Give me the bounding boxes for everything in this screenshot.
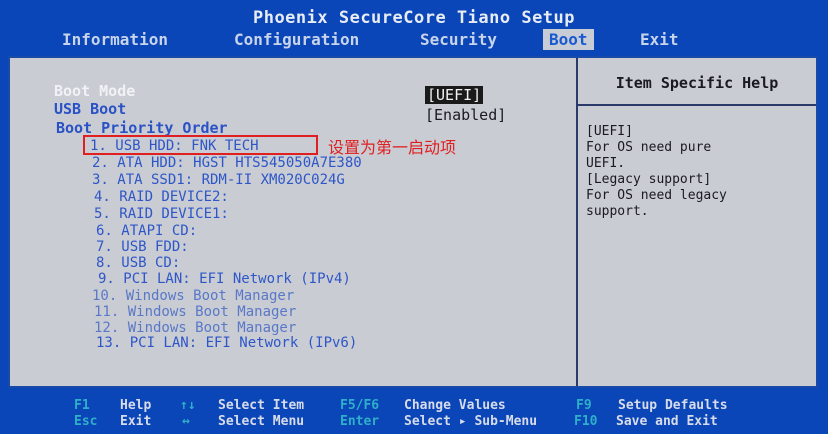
boot-order-item[interactable]: 12. Windows Boot Manager: [94, 320, 296, 336]
help-line: support.: [586, 204, 649, 219]
key-f10-desc: Save and Exit: [616, 414, 718, 429]
key-f5f6: F5/F6: [340, 398, 380, 413]
boot-order-item[interactable]: 2. ATA HDD: HGST HTS545050A7E380: [92, 155, 362, 171]
help-line: UEFI.: [586, 156, 626, 171]
boot-mode-value[interactable]: [UEFI]: [425, 86, 484, 104]
help-line: For OS need pure: [586, 140, 712, 155]
annotation-highlight-box: [83, 135, 318, 155]
key-f9: F9: [576, 398, 592, 413]
help-divider: [578, 104, 816, 106]
bios-title: Phoenix SecureCore Tiano Setup: [252, 8, 576, 28]
boot-order-item[interactable]: 3. ATA SSD1: RDM-II XM020C024G: [92, 172, 345, 188]
annotation-text: 设置为第一启动项: [328, 138, 457, 157]
boot-order-item[interactable]: 10. Windows Boot Manager: [92, 288, 294, 304]
settings-pane: Boot Mode [UEFI] USB Boot [Enabled] Boot…: [10, 58, 578, 386]
key-esc-desc: Exit: [120, 414, 152, 429]
key-f10: F10: [574, 414, 598, 429]
key-updown: ↑↓: [180, 398, 196, 413]
boot-order-item[interactable]: 11. Windows Boot Manager: [94, 304, 296, 320]
boot-order-item[interactable]: 13. PCI LAN: EFI Network (IPv6): [96, 335, 357, 351]
key-updown-desc: Select Item: [218, 398, 305, 413]
help-pane: Item Specific Help [UEFI] For OS need pu…: [578, 58, 816, 386]
boot-order-item[interactable]: 5. RAID DEVICE1:: [94, 206, 229, 222]
boot-mode-label[interactable]: Boot Mode: [54, 82, 135, 100]
key-leftright: ↔: [182, 414, 190, 429]
usb-boot-label[interactable]: USB Boot: [54, 100, 126, 118]
menu-bar: Information Configuration Security Boot …: [0, 26, 828, 52]
boot-order-item[interactable]: 4. RAID DEVICE2:: [94, 189, 229, 205]
tab-information[interactable]: Information: [56, 29, 174, 50]
key-f5f6-desc: Change Values: [404, 398, 506, 413]
usb-boot-value[interactable]: [Enabled]: [425, 106, 506, 124]
key-enter: Enter: [340, 414, 380, 429]
boot-order-item[interactable]: 8. USB CD:: [96, 255, 180, 271]
key-enter-desc: Select ▸ Sub-Menu: [404, 414, 538, 429]
key-leftright-desc: Select Menu: [218, 414, 305, 429]
bios-screen: Phoenix SecureCore Tiano Setup Informati…: [0, 0, 828, 434]
help-line: For OS need legacy: [586, 188, 727, 203]
help-text: [UEFI] For OS need pure UEFI. [Legacy su…: [586, 124, 810, 220]
key-f1: F1: [74, 398, 90, 413]
help-title: Item Specific Help: [615, 74, 779, 92]
tab-exit[interactable]: Exit: [634, 29, 685, 50]
main-panel: Boot Mode [UEFI] USB Boot [Enabled] Boot…: [8, 56, 818, 388]
boot-order-item[interactable]: 6. ATAPI CD:: [96, 223, 197, 239]
boot-order-item[interactable]: 9. PCI LAN: EFI Network (IPv4): [98, 271, 351, 287]
tab-configuration[interactable]: Configuration: [228, 29, 365, 50]
key-esc: Esc: [74, 414, 98, 429]
help-line: [UEFI]: [586, 124, 633, 139]
tab-security[interactable]: Security: [414, 29, 503, 50]
tab-boot[interactable]: Boot: [543, 29, 594, 50]
key-f1-desc: Help: [120, 398, 152, 413]
key-f9-desc: Setup Defaults: [618, 398, 728, 413]
boot-order-item[interactable]: 7. USB FDD:: [96, 239, 189, 255]
help-line: [Legacy support]: [586, 172, 712, 187]
key-legend: F1 Help Esc Exit ↑↓ Select Item ↔ Select…: [0, 390, 828, 434]
